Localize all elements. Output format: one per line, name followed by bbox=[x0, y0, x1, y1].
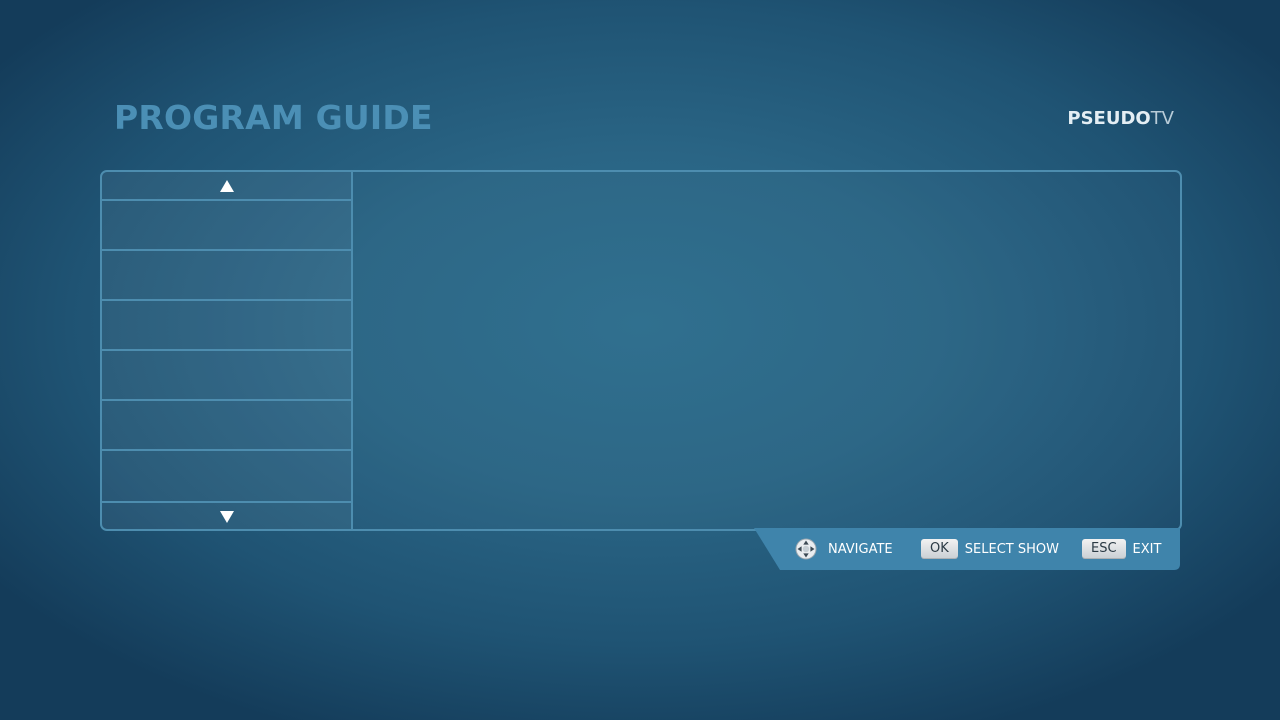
brand-logo-light: TV bbox=[1150, 108, 1174, 129]
brand-logo: PSEUDOTV bbox=[1067, 108, 1174, 130]
channel-row[interactable] bbox=[102, 251, 351, 301]
brand-logo-bold: PSEUDO bbox=[1067, 108, 1151, 129]
navigate-label: NAVIGATE bbox=[828, 541, 893, 557]
channel-row[interactable] bbox=[102, 351, 351, 401]
program-grid[interactable] bbox=[353, 172, 1180, 529]
channel-row[interactable] bbox=[102, 451, 351, 499]
channel-row[interactable] bbox=[102, 401, 351, 451]
scroll-down-button[interactable] bbox=[102, 501, 351, 529]
guide-panel bbox=[100, 170, 1182, 531]
exit-label: EXIT bbox=[1132, 541, 1162, 557]
hint-select-show[interactable]: OK SELECT SHOW bbox=[921, 528, 1059, 570]
channel-row[interactable] bbox=[102, 201, 351, 251]
triangle-down-icon bbox=[219, 510, 234, 523]
channel-row[interactable] bbox=[102, 301, 351, 351]
dpad-icon bbox=[795, 538, 817, 560]
hint-navigate: NAVIGATE bbox=[795, 528, 893, 570]
scroll-up-button[interactable] bbox=[102, 172, 351, 201]
ok-key[interactable]: OK bbox=[921, 539, 958, 559]
hint-bar: NAVIGATE OK SELECT SHOW ESC EXIT bbox=[754, 528, 1180, 570]
channel-column bbox=[102, 172, 353, 529]
page-title: PROGRAM GUIDE bbox=[114, 98, 433, 137]
triangle-up-icon bbox=[219, 179, 234, 192]
hint-exit[interactable]: ESC EXIT bbox=[1082, 528, 1161, 570]
select-show-label: SELECT SHOW bbox=[964, 541, 1059, 557]
esc-key[interactable]: ESC bbox=[1082, 539, 1126, 559]
